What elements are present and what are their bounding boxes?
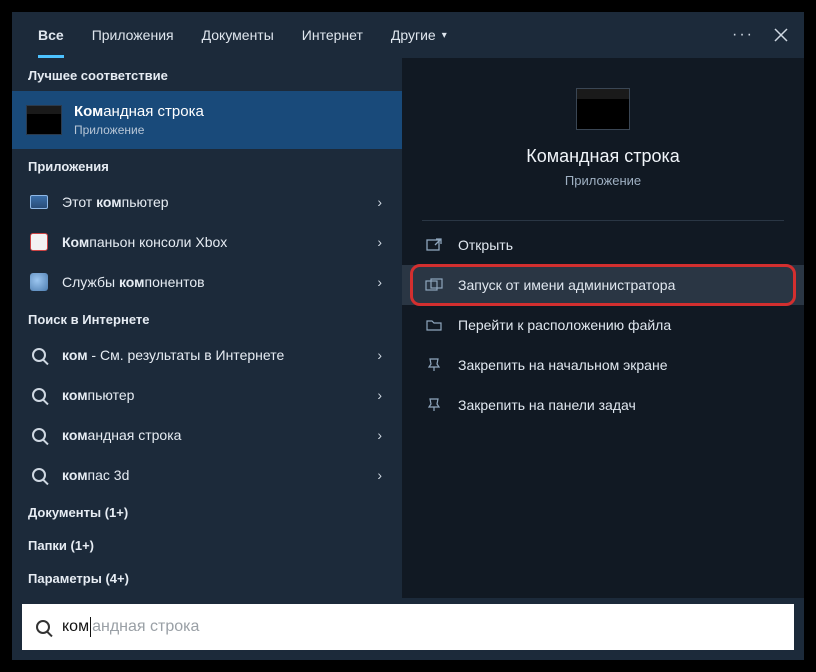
pin-icon [424, 358, 444, 372]
close-button[interactable] [766, 20, 796, 50]
tab-documents[interactable]: Документы [188, 12, 288, 58]
open-icon [424, 238, 444, 252]
cmd-icon [26, 105, 62, 135]
chevron-down-icon: ▾ [442, 30, 447, 41]
divider [422, 220, 784, 221]
chevron-right-icon[interactable]: › [373, 387, 386, 403]
tab-all[interactable]: Все [24, 12, 78, 58]
chevron-right-icon[interactable]: › [373, 467, 386, 483]
admin-icon [424, 278, 444, 292]
section-settings[interactable]: Параметры (4+) [12, 561, 402, 594]
chevron-right-icon[interactable]: › [373, 427, 386, 443]
search-icon [32, 428, 46, 442]
web-result[interactable]: командная строка › [12, 415, 402, 455]
app-result-xbox[interactable]: Компаньон консоли Xbox › [12, 222, 402, 262]
best-match-title: Командная строка [74, 103, 204, 121]
chevron-right-icon[interactable]: › [373, 234, 386, 250]
action-run-as-admin[interactable]: Запуск от имени администратора [402, 265, 804, 305]
xbox-icon [30, 233, 48, 251]
best-match-item[interactable]: Командная строка Приложение [12, 91, 402, 149]
more-options-button[interactable]: ··· [728, 20, 758, 50]
section-best-match: Лучшее соответствие [12, 58, 402, 91]
section-web: Поиск в Интернете [12, 302, 402, 335]
search-icon [36, 620, 50, 634]
tab-more[interactable]: Другие▾ [377, 12, 461, 58]
chevron-right-icon[interactable]: › [373, 274, 386, 290]
filter-tabs: Все Приложения Документы Интернет Другие… [12, 12, 804, 58]
best-match-subtitle: Приложение [74, 123, 204, 137]
search-icon [32, 388, 46, 402]
search-typed-text: ком [62, 618, 89, 636]
preview-subtitle: Приложение [565, 173, 641, 188]
section-documents[interactable]: Документы (1+) [12, 495, 402, 528]
search-icon [32, 348, 46, 362]
section-apps: Приложения [12, 149, 402, 182]
web-result[interactable]: ком - См. результаты в Интернете › [12, 335, 402, 375]
text-cursor [90, 617, 91, 637]
search-input[interactable]: командная строка [22, 604, 794, 650]
results-panel: Лучшее соответствие Командная строка При… [12, 58, 402, 598]
preview-title: Командная строка [526, 146, 680, 167]
chevron-right-icon[interactable]: › [373, 347, 386, 363]
action-open[interactable]: Открыть [402, 225, 804, 265]
web-result[interactable]: компьютер › [12, 375, 402, 415]
pin-icon [424, 398, 444, 412]
preview-panel: Командная строка Приложение Открыть Запу… [402, 58, 804, 598]
pc-icon [30, 195, 48, 209]
folder-icon [424, 319, 444, 331]
tab-web[interactable]: Интернет [288, 12, 377, 58]
action-pin-start[interactable]: Закрепить на начальном экране [402, 345, 804, 385]
start-search-window: Все Приложения Документы Интернет Другие… [12, 12, 804, 660]
chevron-right-icon[interactable]: › [373, 194, 386, 210]
app-result-services[interactable]: Службы компонентов › [12, 262, 402, 302]
web-result[interactable]: компас 3d › [12, 455, 402, 495]
search-icon [32, 468, 46, 482]
section-folders[interactable]: Папки (1+) [12, 528, 402, 561]
tab-apps[interactable]: Приложения [78, 12, 188, 58]
search-suggestion-ghost: андная строка [92, 618, 199, 636]
action-open-location[interactable]: Перейти к расположению файла [402, 305, 804, 345]
action-pin-taskbar[interactable]: Закрепить на панели задач [402, 385, 804, 425]
component-services-icon [30, 273, 48, 291]
cmd-icon-large [576, 88, 630, 130]
app-result-this-pc[interactable]: Этот компьютер › [12, 182, 402, 222]
